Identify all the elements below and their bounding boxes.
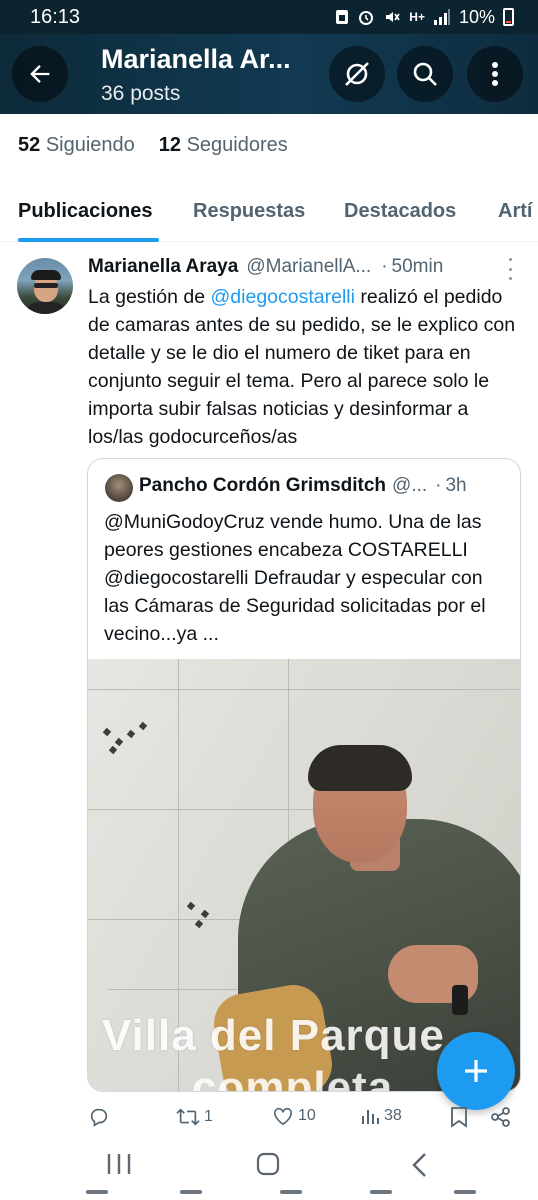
sim-icon	[336, 10, 349, 24]
following-label: Siguiendo	[45, 134, 135, 156]
tweet-author-handle[interactable]: @MarianellA...	[246, 256, 371, 278]
status-bar: 16:13 H+ 10%	[0, 0, 538, 34]
header-title: Marianella Ar...	[101, 44, 291, 74]
recent-apps-button[interactable]	[106, 1152, 132, 1176]
retweet-button[interactable]: 1	[176, 1106, 213, 1128]
status-time: 16:13	[30, 5, 81, 28]
video-caption-line2: completa	[192, 1063, 394, 1092]
tweet-more-icon[interactable]	[504, 258, 516, 280]
quoted-tweet-card[interactable]: Pancho Cordón Grimsditch @... · 3h @Muni…	[87, 458, 521, 1092]
tweet-author-name[interactable]: Marianella Araya	[88, 256, 238, 278]
tweet-header: Marianella Araya @MarianellA... · 50min	[88, 256, 528, 278]
back-nav-button[interactable]	[410, 1152, 428, 1178]
tab-articulos[interactable]: Artí	[498, 200, 532, 223]
quoted-video-thumbnail[interactable]: Villa del Parque completa	[88, 659, 520, 1092]
profile-header: Marianella Ar... 36 posts	[0, 34, 538, 114]
tweet-text-part: La gestión de	[88, 286, 211, 308]
quoted-author-name: Pancho Cordón Grimsditch	[139, 475, 387, 496]
like-button[interactable]: 10	[272, 1106, 316, 1126]
battery-icon	[503, 8, 514, 26]
retweet-icon	[176, 1108, 200, 1126]
chevron-left-icon	[412, 1153, 426, 1177]
tweet-text: La gestión de @diegocostarelli realizó e…	[88, 283, 524, 451]
share-icon	[491, 1107, 510, 1127]
post-count: 36 posts	[101, 82, 181, 105]
tweet-separator: ·	[381, 256, 388, 277]
home-icon	[256, 1152, 280, 1176]
search-icon	[413, 62, 437, 86]
compose-button[interactable]	[437, 1032, 515, 1110]
tweet-text-part: realizó el pedido de camaras antes de su…	[88, 286, 516, 448]
reply-button[interactable]	[88, 1106, 114, 1128]
quoted-separator: ·	[435, 475, 442, 496]
views-icon	[362, 1110, 379, 1124]
heart-icon	[274, 1107, 292, 1126]
tweet-mention-link[interactable]: @diegocostarelli	[211, 286, 355, 308]
quoted-time: 3h	[445, 475, 467, 496]
alarm-icon	[359, 11, 374, 25]
followers-label: Seguidores	[186, 134, 288, 156]
bookmark-icon	[451, 1107, 467, 1128]
grok-icon	[345, 62, 369, 86]
tab-respuestas[interactable]: Respuestas	[193, 200, 305, 223]
network-type: H+	[409, 10, 425, 24]
plus-icon	[465, 1060, 487, 1082]
signal-icon	[433, 9, 450, 25]
views-button[interactable]: 38	[360, 1106, 402, 1126]
bottom-tab-bar-peek	[0, 1190, 538, 1200]
followers-link[interactable]: 12 Seguidores	[159, 134, 288, 157]
retweet-count: 1	[204, 1108, 213, 1125]
grok-button[interactable]	[329, 46, 385, 102]
quoted-text: @MuniGodoyCruz vende humo. Una de las pe…	[104, 511, 486, 645]
mute-icon	[386, 12, 400, 22]
avatar[interactable]	[17, 258, 73, 314]
like-count: 10	[298, 1107, 316, 1124]
quoted-header: Pancho Cordón Grimsditch @... · 3h	[139, 475, 515, 497]
reply-icon	[90, 1108, 108, 1127]
status-icons: H+ 10%	[335, 7, 514, 28]
recent-apps-icon	[107, 1154, 131, 1174]
tab-destacados[interactable]: Destacados	[344, 200, 456, 223]
followers-count: 12	[158, 134, 182, 156]
home-button[interactable]	[256, 1152, 280, 1176]
profile-stats: 52 Siguiendo 12 Seguidores	[18, 134, 288, 157]
share-button[interactable]	[490, 1106, 512, 1128]
tab-publicaciones[interactable]: Publicaciones	[18, 200, 153, 223]
profile-tabs: Publicaciones Respuestas Destacados Artí	[0, 188, 538, 242]
search-button[interactable]	[397, 46, 453, 102]
more-options-button[interactable]	[467, 46, 523, 102]
tweet-actions: 1 10 38	[0, 1102, 538, 1134]
quoted-author-handle: @...	[392, 475, 428, 496]
following-count: 52	[18, 134, 41, 156]
active-tab-indicator	[18, 238, 159, 242]
views-count: 38	[384, 1107, 402, 1124]
video-caption: Villa del Parque	[102, 1011, 445, 1060]
tweet-time[interactable]: 50min	[392, 256, 444, 278]
following-link[interactable]: 52 Siguiendo	[18, 134, 135, 157]
more-vertical-icon	[492, 62, 498, 86]
quoted-avatar	[105, 474, 133, 502]
back-button[interactable]	[12, 46, 68, 102]
bookmark-button[interactable]	[450, 1106, 468, 1128]
arrow-left-icon	[30, 65, 50, 83]
battery-percent: 10%	[458, 6, 495, 27]
